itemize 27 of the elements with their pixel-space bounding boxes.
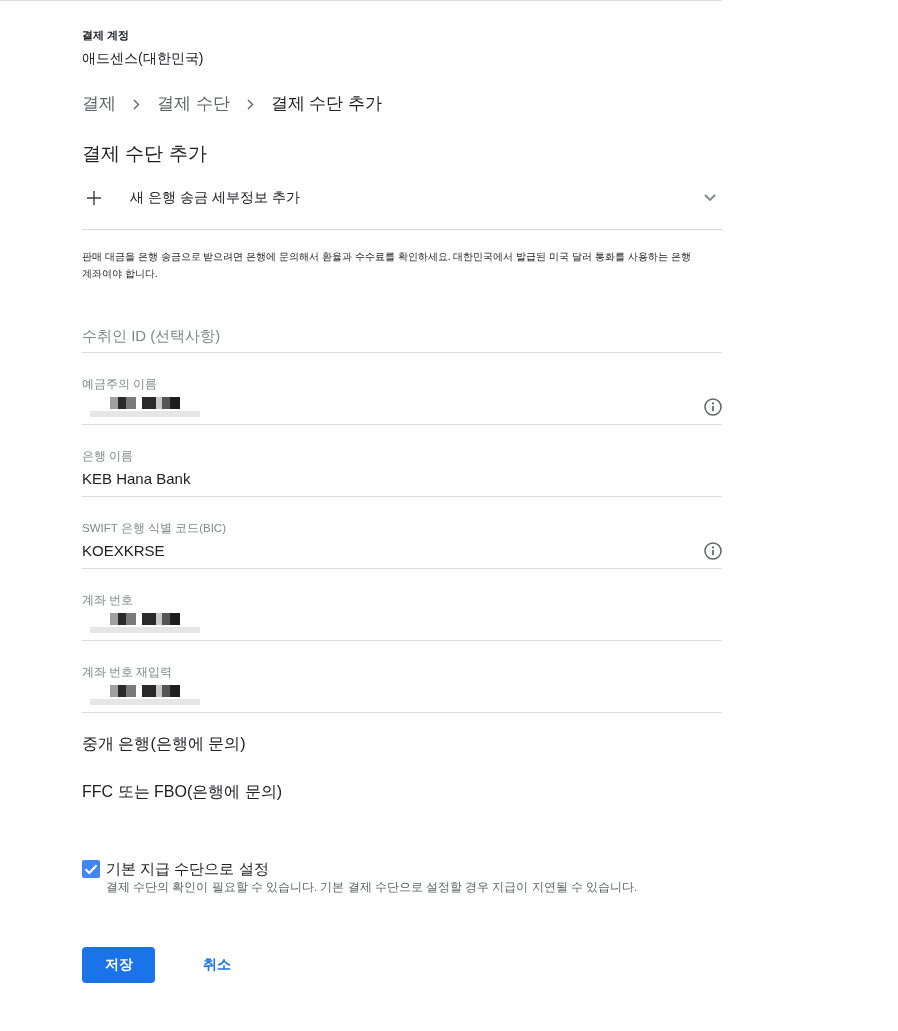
chevron-right-icon [133, 98, 140, 110]
checkbox[interactable] [82, 860, 100, 878]
help-text: 결제 수단의 확인이 필요할 수 있습니다. 기본 결제 수단으로 설정할 경우 지급이 지연될 수 있습니다. [106, 880, 638, 895]
input-field[interactable]: 예금주의 이름 [82, 353, 722, 425]
input-field[interactable]: 계좌 번호 [82, 569, 722, 641]
expansion-panel-header[interactable]: 새 은행 송금 세부정보 추가 [82, 167, 722, 230]
breadcrumb-link[interactable]: 결제 수단 [157, 92, 230, 116]
input-field[interactable]: 수취인 ID (선택사항) [82, 282, 722, 353]
breadcrumb-current: 결제 수단 추가 [270, 93, 383, 115]
notice-text: 판매 대금을 은행 송금으로 받으려면 은행에 문의해서 환율과 수수료를 확인하세요. 대한민국에서 발급된 미국 달러 통화를 사용하는 은행 계좌여야 합니다. [82, 250, 692, 281]
cancel-button[interactable]: 취소 [191, 947, 243, 983]
breadcrumb-link[interactable]: 결제 [82, 92, 116, 116]
info-icon[interactable] [704, 398, 722, 416]
input-field[interactable]: 계좌 번호 재입력 [82, 641, 722, 713]
chevron-down-icon [704, 194, 716, 202]
info-icon[interactable] [704, 542, 722, 560]
account-name: 애드센스(대한민국) [82, 49, 205, 68]
expandable-section-title[interactable]: FFC 또는 FBO(은행에 문의) [82, 780, 722, 804]
page-heading: 결제 수단 추가 [82, 142, 208, 166]
checkbox-label[interactable]: 기본 지급 수단으로 설정 [106, 859, 638, 879]
account-label: 결제 계정 [82, 28, 131, 42]
expandable-section-title[interactable]: 중개 은행(은행에 문의) [82, 732, 722, 756]
plus-icon [87, 191, 101, 205]
save-button[interactable]: 저장 [82, 947, 155, 983]
input-field[interactable]: 은행 이름 KEB Hana Bank [82, 425, 722, 497]
input-field[interactable]: SWIFT 은행 식별 코드(BIC) KOEXKRSE [82, 497, 722, 569]
chevron-right-icon [246, 98, 254, 110]
